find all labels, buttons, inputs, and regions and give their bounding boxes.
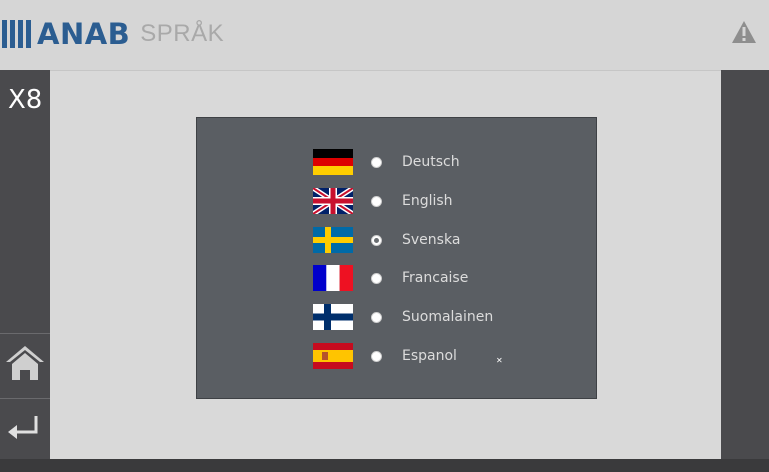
radio-deutsch[interactable]: [371, 156, 382, 168]
sweden-flag-icon: [313, 227, 353, 253]
radio-svenska[interactable]: [371, 234, 382, 246]
language-label: Deutsch: [402, 154, 460, 170]
language-option-francaise[interactable]: Francaise: [197, 264, 596, 292]
right-rail: [721, 70, 769, 459]
language-option-english[interactable]: English: [197, 187, 596, 215]
radio-francaise[interactable]: [371, 272, 382, 284]
language-option-espanol[interactable]: Espanol: [197, 342, 596, 370]
left-rail: [0, 70, 50, 459]
top-bar: ANAB SPRÅK: [0, 0, 769, 71]
radio-suomalainen[interactable]: [371, 311, 382, 323]
bottom-bar: [0, 459, 769, 472]
spain-flag-icon: [313, 343, 353, 369]
rail-divider: [0, 333, 50, 334]
page-title: SPRÅK: [140, 20, 225, 47]
finland-flag-icon: [313, 304, 353, 330]
language-label: Espanol: [402, 348, 457, 364]
rail-divider: [0, 398, 50, 399]
brand-logo: ANAB SPRÅK: [0, 17, 225, 51]
language-panel: Deutsch English Svenska Francaise Suomal…: [196, 117, 597, 399]
language-label: Svenska: [402, 232, 461, 248]
logo-bars-icon: [2, 20, 31, 48]
warning-triangle-icon[interactable]: [731, 20, 757, 44]
language-label: English: [402, 193, 453, 209]
logo-text: ANAB: [37, 17, 131, 51]
close-icon[interactable]: ✕: [496, 356, 503, 365]
language-option-deutsch[interactable]: Deutsch: [197, 148, 596, 176]
language-label: Francaise: [402, 270, 469, 286]
home-icon[interactable]: [4, 342, 46, 384]
language-label: Suomalainen: [402, 309, 494, 325]
radio-espanol[interactable]: [371, 350, 382, 362]
france-flag-icon: [313, 265, 353, 291]
language-option-suomalainen[interactable]: Suomalainen: [197, 303, 596, 331]
unit-label: X8: [8, 85, 43, 115]
language-option-svenska[interactable]: Svenska: [197, 226, 596, 254]
radio-english[interactable]: [371, 195, 382, 207]
germany-flag-icon: [313, 149, 353, 175]
return-arrow-icon[interactable]: [4, 408, 46, 448]
uk-flag-icon: [313, 188, 353, 214]
